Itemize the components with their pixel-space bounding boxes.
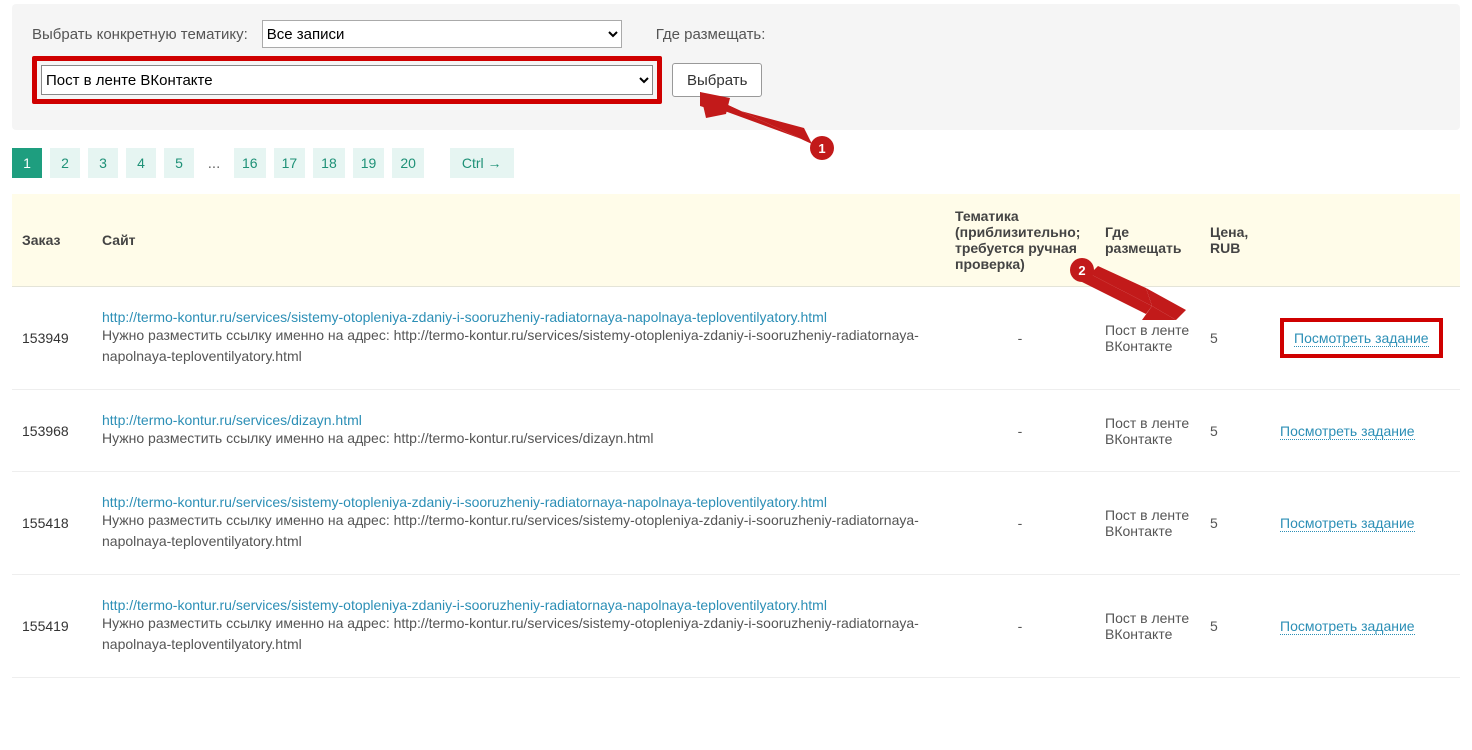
table-row: 153968 http://termo-kontur.ru/services/di… <box>12 390 1460 472</box>
site-note: Нужно разместить ссылку именно на адрес:… <box>102 613 935 655</box>
page-2[interactable]: 2 <box>50 148 80 178</box>
cell-order: 155418 <box>12 472 92 575</box>
cell-price: 5 <box>1200 575 1270 678</box>
view-task-link[interactable]: Посмотреть задание <box>1280 618 1415 635</box>
place-select-highlight: Пост в ленте ВКонтакте <box>32 56 662 104</box>
th-action <box>1270 194 1460 287</box>
site-link[interactable]: http://termo-kontur.ru/services/sistemy-… <box>102 597 827 613</box>
cell-place: Пост в ленте ВКонтакте <box>1095 287 1200 390</box>
cell-price: 5 <box>1200 287 1270 390</box>
cell-place: Пост в ленте ВКонтакте <box>1095 390 1200 472</box>
filter-panel: Выбрать конкретную тематику: Все записи … <box>12 4 1460 130</box>
page-1[interactable]: 1 <box>12 148 42 178</box>
cell-site: http://termo-kontur.ru/services/sistemy-… <box>92 287 945 390</box>
place-select[interactable]: Пост в ленте ВКонтакте <box>41 65 653 95</box>
view-task-link[interactable]: Посмотреть задание <box>1280 423 1415 440</box>
pagination: 12345... 16 1718 1920 Ctrl → <box>12 148 1460 178</box>
view-task-link[interactable]: Посмотреть задание <box>1294 330 1429 347</box>
page-18[interactable]: 18 <box>313 148 345 178</box>
where-label: Где размещать: <box>656 26 766 43</box>
view-task-link[interactable]: Посмотреть задание <box>1280 515 1415 532</box>
cell-action: Посмотреть задание <box>1270 287 1460 390</box>
cell-thema: - <box>945 390 1095 472</box>
cell-price: 5 <box>1200 390 1270 472</box>
topic-label: Выбрать конкретную тематику: <box>32 26 248 43</box>
page-5[interactable]: 5 <box>164 148 194 178</box>
page-next-ctrl[interactable]: Ctrl → <box>450 148 514 178</box>
cell-thema: - <box>945 287 1095 390</box>
page-20[interactable]: 20 <box>392 148 424 178</box>
site-link[interactable]: http://termo-kontur.ru/services/dizayn.h… <box>102 412 362 428</box>
topic-select[interactable]: Все записи <box>262 20 622 48</box>
cell-action: Посмотреть задание <box>1270 472 1460 575</box>
th-place: Где размещать <box>1095 194 1200 287</box>
th-price: Цена, RUB <box>1200 194 1270 287</box>
table-row: 155418 http://termo-kontur.ru/services/si… <box>12 472 1460 575</box>
cell-place: Пост в ленте ВКонтакте <box>1095 575 1200 678</box>
cell-action: Посмотреть задание <box>1270 575 1460 678</box>
site-note: Нужно разместить ссылку именно на адрес:… <box>102 325 935 367</box>
cell-thema: - <box>945 472 1095 575</box>
site-link[interactable]: http://termo-kontur.ru/services/sistemy-… <box>102 494 827 510</box>
cell-site: http://termo-kontur.ru/services/sistemy-… <box>92 472 945 575</box>
callout-badge-2: 2 <box>1070 258 1094 282</box>
page-19[interactable]: 19 <box>353 148 385 178</box>
table-row: 155419 http://termo-kontur.ru/services/si… <box>12 575 1460 678</box>
cell-order: 153968 <box>12 390 92 472</box>
page-16[interactable]: 16 <box>234 148 266 178</box>
cell-order: 153949 <box>12 287 92 390</box>
site-note: Нужно разместить ссылку именно на адрес:… <box>102 510 935 552</box>
page-17[interactable]: 17 <box>274 148 306 178</box>
cell-place: Пост в ленте ВКонтакте <box>1095 472 1200 575</box>
table-row: 153949 http://termo-kontur.ru/services/si… <box>12 287 1460 390</box>
th-order: Заказ <box>12 194 92 287</box>
cell-thema: - <box>945 575 1095 678</box>
th-site: Сайт <box>92 194 945 287</box>
cell-price: 5 <box>1200 472 1270 575</box>
tasks-table: Заказ Сайт Тематика (приблизительно; тре… <box>12 194 1460 678</box>
page-3[interactable]: 3 <box>88 148 118 178</box>
cell-action: Посмотреть задание <box>1270 390 1460 472</box>
view-task-highlight: Посмотреть задание <box>1280 318 1443 358</box>
cell-site: http://termo-kontur.ru/services/sistemy-… <box>92 575 945 678</box>
callout-badge-1: 1 <box>810 136 834 160</box>
page-4[interactable]: 4 <box>126 148 156 178</box>
site-note: Нужно разместить ссылку именно на адрес:… <box>102 428 935 449</box>
site-link[interactable]: http://termo-kontur.ru/services/sistemy-… <box>102 309 827 325</box>
cell-site: http://termo-kontur.ru/services/dizayn.h… <box>92 390 945 472</box>
cell-order: 155419 <box>12 575 92 678</box>
page-ellipsis: ... <box>202 148 226 178</box>
select-button[interactable]: Выбрать <box>672 63 762 97</box>
